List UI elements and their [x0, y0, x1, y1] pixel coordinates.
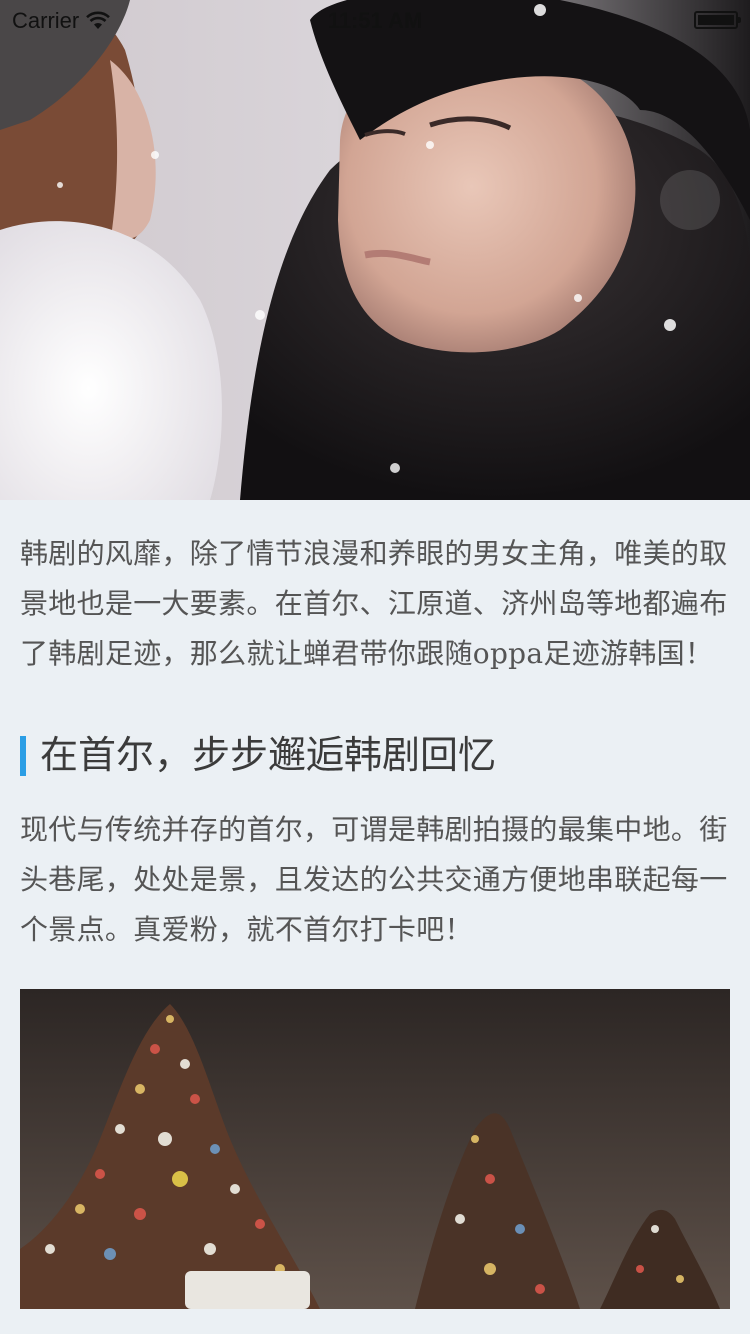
intro-paragraph: 韩剧的风靡，除了情节浪漫和养眼的男女主角，唯美的取景地也是一大要素。在首尔、江原…	[20, 537, 728, 670]
heading-accent-bar	[20, 736, 26, 776]
status-bar: Carrier 11:51 AM	[0, 0, 750, 40]
status-time: 11:51 AM	[327, 8, 423, 33]
article-body: 韩剧的风靡，除了情节浪漫和养眼的男女主角，唯美的取景地也是一大要素。在首尔、江原…	[0, 500, 750, 1309]
battery-full-icon	[694, 11, 741, 29]
section-heading: 在首尔，步步邂逅韩剧回忆	[20, 729, 730, 781]
section-heading-text: 在首尔，步步邂逅韩剧回忆	[40, 733, 497, 777]
section-paragraph: 现代与传统并存的首尔，可谓是韩剧拍摄的最集中地。街头巷尾，处处是景，且发达的公共…	[20, 813, 728, 946]
section-image	[20, 989, 730, 1309]
hero-image	[0, 0, 750, 500]
